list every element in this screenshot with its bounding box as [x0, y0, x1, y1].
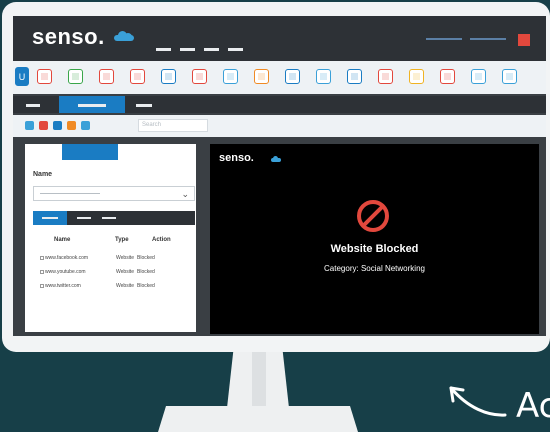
- row-name: www.facebook.com: [45, 255, 89, 261]
- row-name: www.twitter.com: [45, 283, 81, 289]
- monitor-stand-shadow: [252, 352, 266, 408]
- app-logo: senso.: [32, 24, 105, 49]
- app-icon-1[interactable]: [37, 69, 52, 84]
- menu-item[interactable]: [204, 48, 219, 51]
- app-window: senso. U Search Name ⌄ Name Type Action …: [13, 16, 546, 336]
- row-checkbox[interactable]: [40, 270, 44, 274]
- app-toolbar: U: [13, 61, 546, 94]
- app-icon-2[interactable]: [68, 69, 83, 84]
- menu-item[interactable]: [156, 48, 171, 51]
- nav-tab-1[interactable]: [26, 104, 40, 107]
- panel-subtabs: [33, 211, 195, 225]
- nav-tab-3[interactable]: [136, 104, 152, 107]
- action-bar: Search: [13, 115, 546, 137]
- blocked-subtitle: Category: Social Networking: [324, 264, 425, 273]
- row-action: Blocked: [137, 269, 155, 275]
- nav-tab-active[interactable]: [59, 96, 125, 113]
- menu-item[interactable]: [228, 48, 243, 51]
- subtab-active[interactable]: [33, 211, 67, 225]
- blocked-page: senso. Website Blocked Category: Social …: [210, 144, 539, 334]
- cloud-logo-icon: [114, 31, 134, 41]
- menu-item[interactable]: [180, 48, 195, 51]
- app-icon-6[interactable]: [192, 69, 207, 84]
- app-icon-11[interactable]: [347, 69, 362, 84]
- app-icon-13[interactable]: [409, 69, 424, 84]
- panel-tab[interactable]: [62, 144, 118, 160]
- monitor-stand-base: [158, 406, 358, 432]
- subtab-2[interactable]: [77, 217, 91, 219]
- table-row[interactable]: www.facebook.com: [45, 255, 88, 261]
- action-icon-2[interactable]: [39, 121, 48, 130]
- maximize-button[interactable]: [470, 38, 506, 40]
- app-icon-9[interactable]: [285, 69, 300, 84]
- app-icon-12[interactable]: [378, 69, 393, 84]
- action-icon-1[interactable]: [25, 121, 34, 130]
- column-header-action: Action: [152, 237, 171, 243]
- select-label: Name: [33, 171, 53, 178]
- row-type: Website: [116, 269, 134, 275]
- name-select[interactable]: ⌄: [33, 186, 195, 201]
- content-logo: senso.: [219, 152, 254, 164]
- table-row[interactable]: www.youtube.com: [45, 269, 86, 275]
- action-icon-4[interactable]: [67, 121, 76, 130]
- app-icon-3[interactable]: [99, 69, 114, 84]
- column-header-type: Type: [115, 237, 129, 243]
- close-button[interactable]: [518, 34, 530, 46]
- app-icon-15[interactable]: [471, 69, 486, 84]
- cloud-logo-icon: [271, 156, 281, 162]
- row-checkbox[interactable]: [40, 284, 44, 288]
- row-type: Website: [116, 255, 134, 261]
- minimize-button[interactable]: [426, 38, 462, 40]
- blocked-title: Website Blocked: [330, 243, 419, 255]
- column-header-name: Name: [54, 237, 71, 243]
- row-type: Website: [116, 283, 134, 289]
- blocked-icon: [357, 200, 389, 232]
- search-input[interactable]: Search: [138, 119, 208, 132]
- action-icon-5[interactable]: [81, 121, 90, 130]
- action-icon-3[interactable]: [53, 121, 62, 130]
- app-icon-14[interactable]: [440, 69, 455, 84]
- monitor-frame: senso. U Search Name ⌄ Name Type Action …: [2, 2, 550, 352]
- row-checkbox[interactable]: [40, 256, 44, 260]
- app-icon-8[interactable]: [254, 69, 269, 84]
- title-menu[interactable]: [156, 38, 252, 56]
- nav-bar: [13, 96, 546, 113]
- table-row[interactable]: www.twitter.com: [45, 283, 81, 289]
- subtab-3[interactable]: [102, 217, 116, 219]
- app-icon-5[interactable]: [161, 69, 176, 84]
- app-icon-7[interactable]: [223, 69, 238, 84]
- chevron-down-icon: ⌄: [181, 189, 189, 199]
- policy-panel: Name ⌄ Name Type Action www.facebook.com…: [25, 144, 196, 332]
- app-icon-4[interactable]: [130, 69, 145, 84]
- title-bar: senso.: [13, 16, 546, 61]
- row-action: Blocked: [137, 283, 155, 289]
- row-action: Blocked: [137, 255, 155, 261]
- user-icon[interactable]: U: [15, 67, 29, 86]
- arrow-icon: [449, 386, 507, 417]
- app-icon-10[interactable]: [316, 69, 331, 84]
- annotation-text: Ac: [516, 386, 550, 426]
- app-icon-16[interactable]: [502, 69, 517, 84]
- row-name: www.youtube.com: [45, 269, 86, 275]
